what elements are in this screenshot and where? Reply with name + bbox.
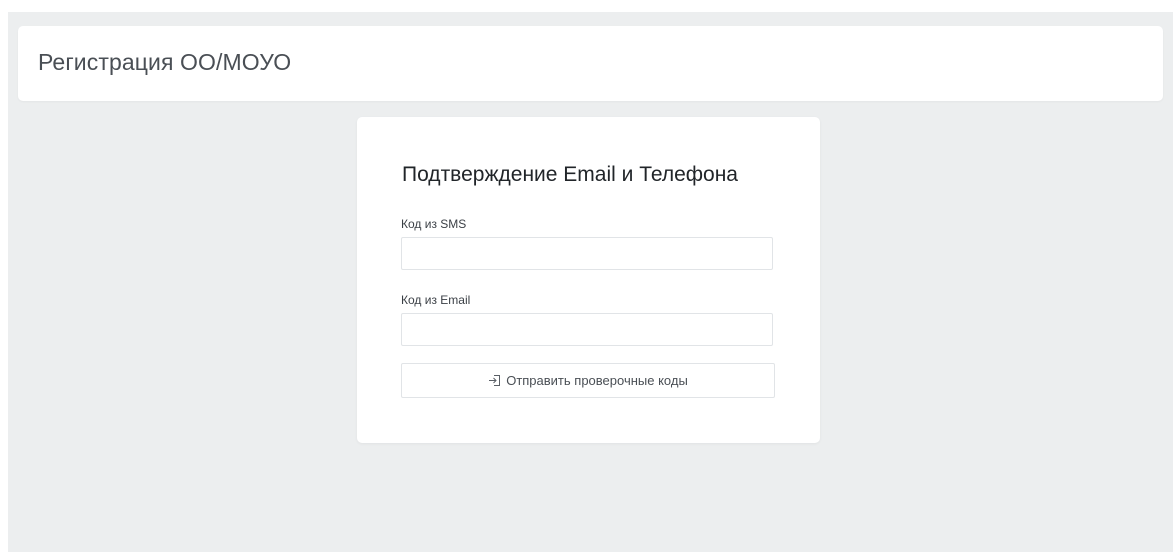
card-title: Подтверждение Email и Телефона (402, 163, 738, 186)
page-header: Регистрация ОО/МОУО (18, 26, 1163, 101)
email-code-label: Код из Email (401, 293, 471, 307)
page-background: Регистрация ОО/МОУО Подтверждение Email … (8, 12, 1173, 552)
sign-in-icon (488, 374, 501, 387)
email-code-input[interactable] (401, 313, 773, 346)
verification-card: Подтверждение Email и Телефона Код из SM… (357, 117, 820, 443)
sms-code-input[interactable] (401, 237, 773, 270)
send-codes-button[interactable]: Отправить проверочные коды (401, 363, 775, 398)
send-codes-label: Отправить проверочные коды (506, 373, 688, 388)
sms-code-label: Код из SMS (401, 217, 467, 231)
page-title: Регистрация ОО/МОУО (38, 49, 292, 75)
